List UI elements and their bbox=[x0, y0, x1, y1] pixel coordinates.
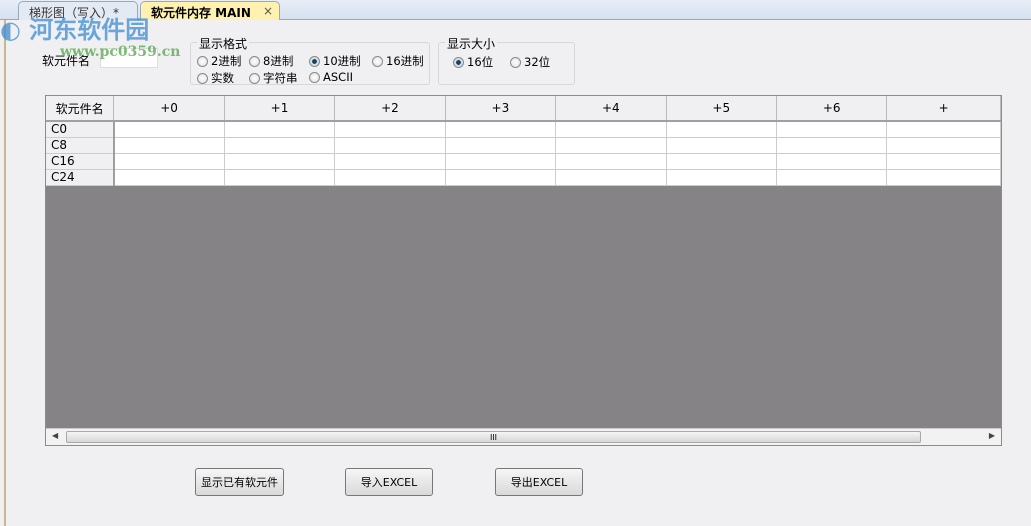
radio-format-option[interactable]: 16进制 bbox=[372, 53, 424, 69]
radio-label: 8进制 bbox=[263, 54, 294, 68]
scroll-thumb[interactable]: III bbox=[66, 431, 921, 443]
radio-icon bbox=[309, 55, 320, 67]
size-group: 显示大小 bbox=[438, 35, 575, 85]
table-row: C8 bbox=[46, 137, 1001, 154]
table-cell[interactable] bbox=[334, 169, 446, 186]
column-header[interactable]: +1 bbox=[224, 96, 336, 122]
table-cell[interactable] bbox=[666, 169, 777, 186]
table-cell[interactable] bbox=[555, 169, 667, 186]
table-cell[interactable] bbox=[445, 137, 557, 154]
export-excel-button[interactable]: 导出EXCEL bbox=[495, 468, 583, 496]
table-cell[interactable] bbox=[555, 153, 667, 170]
column-header[interactable]: +0 bbox=[113, 96, 225, 122]
column-header[interactable]: +3 bbox=[445, 96, 557, 122]
import-excel-button[interactable]: 导入EXCEL bbox=[345, 468, 433, 496]
scroll-right-icon[interactable]: ▶ bbox=[989, 431, 995, 440]
row-header: C16 bbox=[46, 153, 115, 170]
table-cell[interactable] bbox=[334, 137, 446, 154]
radio-label: 16进制 bbox=[386, 54, 424, 68]
table-cell[interactable] bbox=[224, 121, 336, 138]
table-cell[interactable] bbox=[776, 121, 888, 138]
table-cell[interactable] bbox=[113, 137, 225, 154]
row-header: C8 bbox=[46, 137, 115, 154]
table-cell[interactable] bbox=[666, 153, 777, 170]
column-header[interactable]: +6 bbox=[776, 96, 888, 122]
device-table: 软元件名 +0 +1 +2 +3 +4 +5 +6 + C0 C8 C16 C24 bbox=[46, 96, 1001, 186]
column-header[interactable]: +2 bbox=[334, 96, 446, 122]
radio-icon bbox=[249, 72, 260, 84]
radio-format-option[interactable]: 10进制 bbox=[309, 53, 361, 69]
radio-format-option[interactable]: 实数 bbox=[197, 70, 234, 86]
device-name-input[interactable] bbox=[100, 48, 158, 68]
table-cell[interactable] bbox=[776, 137, 888, 154]
table-cell[interactable] bbox=[113, 169, 225, 186]
radio-icon bbox=[249, 55, 260, 67]
tab-label: 梯形图（写入）* bbox=[29, 6, 120, 20]
radio-format-option[interactable]: 8进制 bbox=[249, 53, 293, 69]
radio-format-option[interactable]: ASCII bbox=[309, 70, 353, 84]
table-row: C16 bbox=[46, 153, 1001, 170]
table-cell[interactable] bbox=[886, 169, 1001, 186]
table-cell[interactable] bbox=[445, 169, 557, 186]
table-cell[interactable] bbox=[776, 169, 888, 186]
table-cell[interactable] bbox=[224, 153, 336, 170]
row-header: C24 bbox=[46, 169, 115, 186]
table-cell[interactable] bbox=[334, 153, 446, 170]
row-header: C0 bbox=[46, 121, 115, 138]
radio-label: 实数 bbox=[211, 71, 234, 85]
table-cell[interactable] bbox=[555, 137, 667, 154]
column-header[interactable]: 软元件名 bbox=[46, 96, 115, 122]
table-cell[interactable] bbox=[886, 121, 1001, 138]
group-title: 显示格式 bbox=[197, 35, 250, 52]
device-grid[interactable]: 软元件名 +0 +1 +2 +3 +4 +5 +6 + C0 C8 C16 C24 ◀ III ▶ bbox=[45, 95, 1002, 446]
table-cell[interactable] bbox=[776, 153, 888, 170]
table-cell[interactable] bbox=[886, 153, 1001, 170]
show-devices-button[interactable]: 显示已有软元件 bbox=[195, 468, 284, 496]
device-name-label: 软元件名 bbox=[42, 54, 91, 68]
table-row: C24 bbox=[46, 169, 1001, 186]
radio-format-option[interactable]: 字符串 bbox=[249, 70, 298, 86]
tab-label: 软元件内存 MAIN bbox=[151, 6, 251, 20]
table-cell[interactable] bbox=[555, 121, 667, 138]
table-header: 软元件名 +0 +1 +2 +3 +4 +5 +6 + bbox=[46, 96, 1001, 122]
radio-icon bbox=[197, 72, 208, 84]
radio-label: 2进制 bbox=[211, 54, 242, 68]
table-cell[interactable] bbox=[886, 137, 1001, 154]
scroll-left-icon[interactable]: ◀ bbox=[52, 431, 58, 440]
radio-label: 10进制 bbox=[323, 54, 361, 68]
table-cell[interactable] bbox=[113, 153, 225, 170]
table-cell[interactable] bbox=[224, 169, 336, 186]
table-cell[interactable] bbox=[224, 137, 336, 154]
column-header[interactable]: + bbox=[886, 96, 1001, 122]
close-icon[interactable]: × bbox=[263, 4, 273, 18]
table-cell[interactable] bbox=[113, 121, 225, 138]
table-cell[interactable] bbox=[445, 153, 557, 170]
table-cell[interactable] bbox=[666, 121, 777, 138]
table-cell[interactable] bbox=[445, 121, 557, 138]
radio-label: 字符串 bbox=[263, 71, 298, 85]
horizontal-scrollbar[interactable]: ◀ III ▶ bbox=[46, 428, 1001, 445]
radio-format-option[interactable]: 2进制 bbox=[197, 53, 241, 69]
table-row: C0 bbox=[46, 121, 1001, 138]
table-cell[interactable] bbox=[666, 137, 777, 154]
column-header[interactable]: +5 bbox=[666, 96, 777, 122]
radio-label: ASCII bbox=[323, 70, 353, 84]
radio-icon bbox=[197, 55, 208, 67]
table-cell[interactable] bbox=[334, 121, 446, 138]
tab-bar: 梯形图（写入）* 软元件内存 MAIN × bbox=[0, 0, 1031, 20]
radio-icon bbox=[372, 55, 383, 67]
column-header[interactable]: +4 bbox=[555, 96, 667, 122]
tab-device-memory[interactable]: 软元件内存 MAIN × bbox=[140, 1, 280, 20]
group-title: 显示大小 bbox=[445, 35, 498, 52]
tab-ladder[interactable]: 梯形图（写入）* bbox=[18, 1, 138, 20]
radio-icon bbox=[309, 71, 320, 83]
